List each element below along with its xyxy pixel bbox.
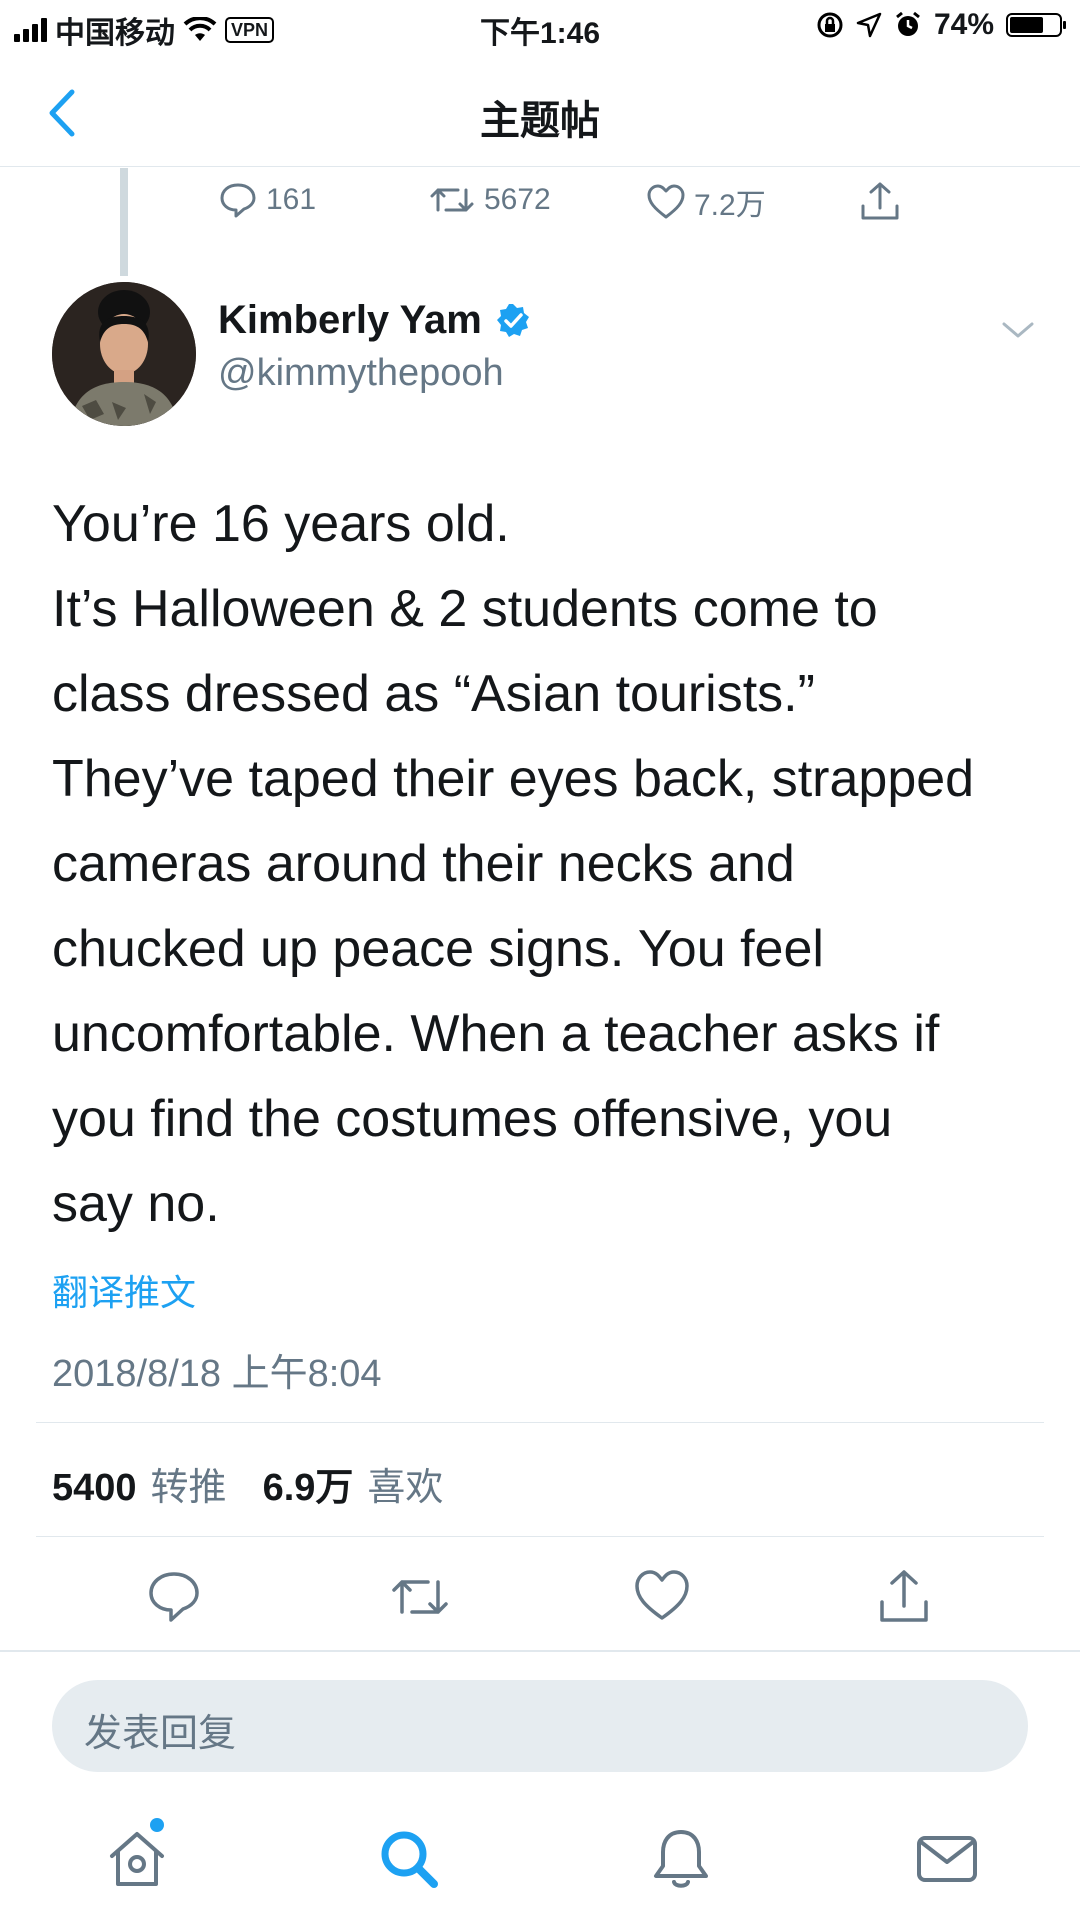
tweet-text: You’re 16 years old. It’s Halloween & 2 …	[52, 482, 1052, 1247]
rotation-lock-icon	[817, 12, 843, 38]
engagement-counts: 5400 转推 6.9万 喜欢	[52, 1456, 443, 1511]
bell-icon	[654, 1830, 708, 1888]
retweet-count: 5672	[484, 183, 551, 216]
tab-messages[interactable]	[912, 1824, 982, 1894]
tweet-line: say no.	[52, 1175, 220, 1233]
battery-percent: 74%	[933, 8, 994, 41]
tab-bar	[0, 1800, 1080, 1920]
mail-icon	[917, 1836, 977, 1882]
retweets-count[interactable]: 5400	[52, 1467, 137, 1510]
retweet-icon	[430, 188, 474, 212]
reply-input[interactable]: 发表回复	[52, 1680, 1028, 1772]
verified-badge-icon	[496, 303, 529, 337]
divider	[36, 1422, 1044, 1423]
author-name-row[interactable]: Kimberly Yam	[218, 298, 532, 343]
tweet-line: They’ve taped their eyes back, strapped	[52, 750, 975, 808]
tweet-line: You’re 16 years old.	[52, 495, 510, 553]
share-icon	[861, 182, 899, 220]
reply-placeholder: 发表回复	[84, 1713, 237, 1755]
author-handle[interactable]: @kimmythepooh	[218, 352, 504, 395]
avatar[interactable]	[52, 282, 196, 426]
avatar-image	[52, 282, 196, 426]
tab-notifications[interactable]	[646, 1824, 716, 1894]
reply-count: 161	[266, 183, 317, 216]
tab-search[interactable]	[374, 1824, 444, 1894]
retweets-label[interactable]: 转推	[151, 1456, 227, 1511]
reply-button[interactable]	[144, 1566, 204, 1626]
search-icon	[381, 1831, 438, 1888]
status-right: 74%	[816, 8, 1066, 42]
reply-count-button[interactable]: 161	[218, 180, 316, 220]
likes-label[interactable]: 喜欢	[367, 1456, 443, 1511]
tweet-line: chucked up peace signs. You feel	[52, 920, 824, 978]
share-button[interactable]	[874, 1566, 934, 1626]
tweet-line: cameras around their necks and	[52, 835, 795, 893]
share-icon	[880, 1570, 928, 1622]
nav-bar: 主题帖	[0, 58, 1080, 167]
likes-count[interactable]: 6.9万	[263, 1456, 354, 1511]
page-title: 主题帖	[480, 99, 600, 143]
home-icon	[110, 1832, 164, 1886]
like-count-button[interactable]: 7.2万	[646, 180, 766, 224]
translate-tweet-link[interactable]: 翻译推文	[52, 1264, 196, 1316]
tweet-line: you find the costumes offensive, you	[52, 1090, 893, 1148]
tweet-line: It’s Halloween & 2 students come to	[52, 580, 878, 638]
retweet-button[interactable]	[388, 1566, 448, 1626]
retweet-count-button[interactable]: 5672	[428, 180, 551, 220]
like-button[interactable]	[632, 1566, 692, 1626]
heart-icon	[635, 1570, 689, 1620]
section-separator	[0, 1650, 1080, 1652]
retweet-icon	[392, 1580, 448, 1614]
reply-icon	[149, 1572, 199, 1622]
like-count: 7.2万	[694, 189, 766, 222]
tab-home[interactable]	[102, 1824, 172, 1894]
heart-icon	[647, 184, 685, 219]
battery-icon	[1006, 13, 1066, 37]
tweet-line: uncomfortable. When a teacher asks if	[52, 1005, 940, 1063]
reply-icon	[220, 183, 256, 218]
new-content-dot	[150, 1818, 164, 1832]
divider	[36, 1536, 1044, 1537]
author-name: Kimberly Yam	[218, 298, 482, 342]
status-bar: 中国移动 VPN 下午1:46 74%	[0, 0, 1080, 54]
tweet-timestamp: 2018/8/18 上午8:04	[52, 1353, 382, 1395]
alarm-icon	[896, 11, 920, 36]
tweet-actions	[0, 1566, 1080, 1626]
share-button-previous[interactable]	[858, 180, 902, 224]
tweet-line: class dressed as “Asian tourists.”	[52, 665, 815, 723]
previous-tweet-actions: 161 5672 7.2万	[0, 180, 1080, 230]
location-icon	[856, 12, 882, 38]
chevron-down-icon[interactable]	[1000, 318, 1036, 342]
